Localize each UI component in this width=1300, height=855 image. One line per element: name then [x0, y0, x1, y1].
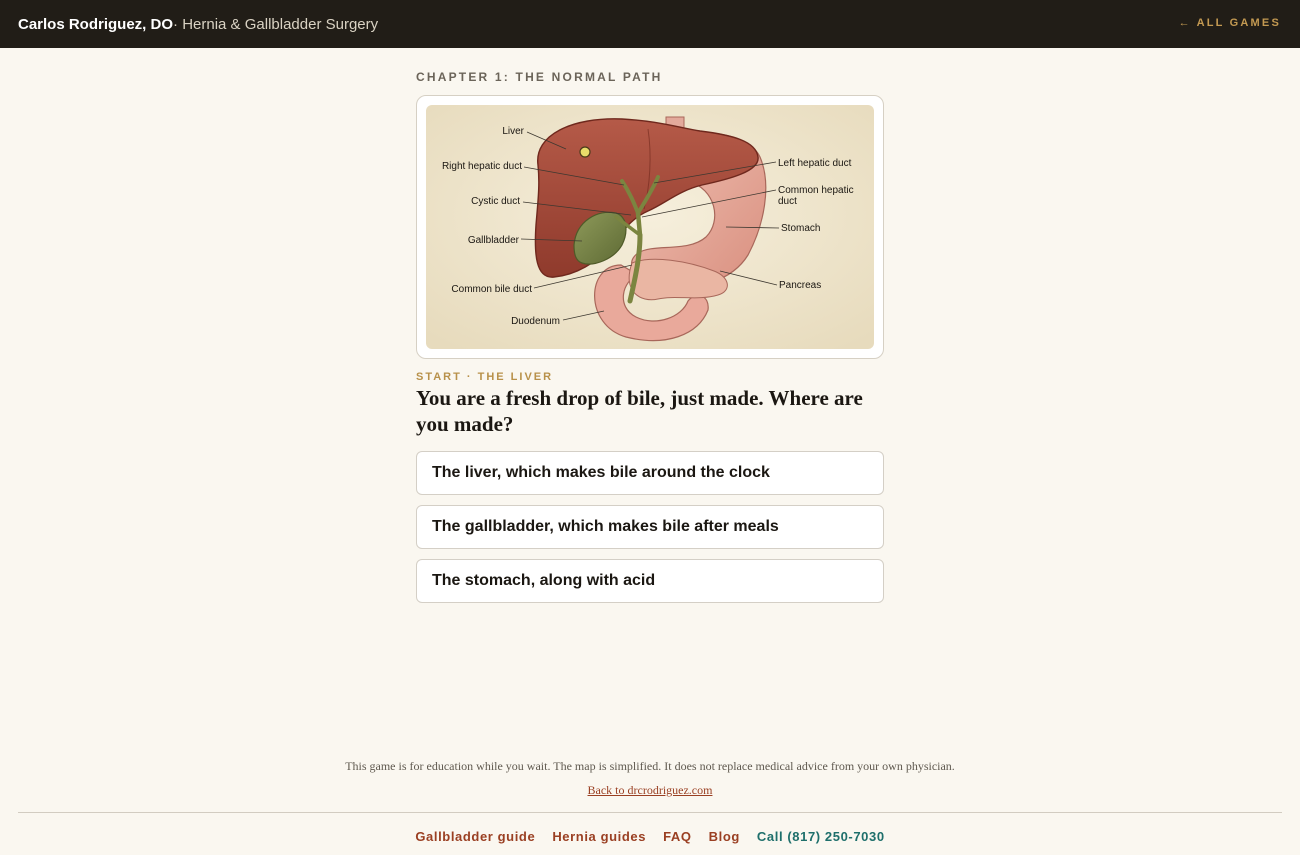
footer-link-faq[interactable]: FAQ — [663, 829, 692, 844]
answer-option-liver[interactable]: The liver, which makes bile around the c… — [416, 451, 884, 495]
label-left-hepatic-duct: Left hepatic duct — [778, 158, 852, 169]
anatomy-illustration: Liver Right hepatic duct Cystic duct Gal… — [426, 105, 874, 349]
back-to-site-link[interactable]: Back to drcrodriguez.com — [588, 783, 713, 797]
footer-link-blog[interactable]: Blog — [709, 829, 740, 844]
answer-option-stomach[interactable]: The stomach, along with acid — [416, 559, 884, 603]
back-link-wrapper: Back to drcrodriguez.com — [0, 783, 1300, 798]
anatomy-map: Liver Right hepatic duct Cystic duct Gal… — [426, 105, 874, 349]
question-text: You are a fresh drop of bile, just made.… — [416, 386, 863, 436]
label-cystic-duct: Cystic duct — [471, 196, 520, 207]
footer-call-link[interactable]: Call (817) 250-7030 — [757, 829, 885, 844]
answer-option-gallbladder[interactable]: The gallbladder, which makes bile after … — [416, 505, 884, 549]
label-common-hepatic-duct-line1: Common hepatic — [778, 185, 854, 196]
footer-divider — [18, 812, 1282, 813]
label-gallbladder: Gallbladder — [468, 235, 520, 246]
disclaimer-text: This game is for education while you wai… — [345, 759, 955, 773]
label-common-bile-duct: Common bile duct — [451, 284, 532, 295]
all-games-link[interactable]: ← ALL GAMES — [1179, 17, 1281, 29]
brand-name[interactable]: Carlos Rodriguez, DO — [18, 16, 173, 33]
label-common-hepatic-duct-line2: duct — [778, 196, 797, 207]
step-label: START · THE LIVER — [416, 371, 554, 383]
footer-nav: Gallbladder guide Hernia guides FAQ Blog… — [0, 829, 1300, 844]
label-stomach: Stomach — [781, 223, 820, 234]
footer-link-hernia-guides[interactable]: Hernia guides — [552, 829, 646, 844]
top-bar: Carlos Rodriguez, DO · Hernia & Gallblad… — [0, 0, 1300, 48]
label-duodenum: Duodenum — [511, 316, 560, 327]
footer-link-gallbladder-guide[interactable]: Gallbladder guide — [415, 829, 535, 844]
location-marker-icon — [579, 146, 591, 158]
label-liver: Liver — [502, 126, 524, 137]
chapter-title: CHAPTER 1: THE NORMAL PATH — [416, 70, 663, 84]
brand-subtitle: · Hernia & Gallbladder Surgery — [173, 15, 379, 33]
label-pancreas: Pancreas — [779, 280, 821, 291]
label-right-hepatic-duct: Right hepatic duct — [442, 161, 522, 172]
anatomy-map-card: Liver Right hepatic duct Cystic duct Gal… — [416, 95, 884, 359]
